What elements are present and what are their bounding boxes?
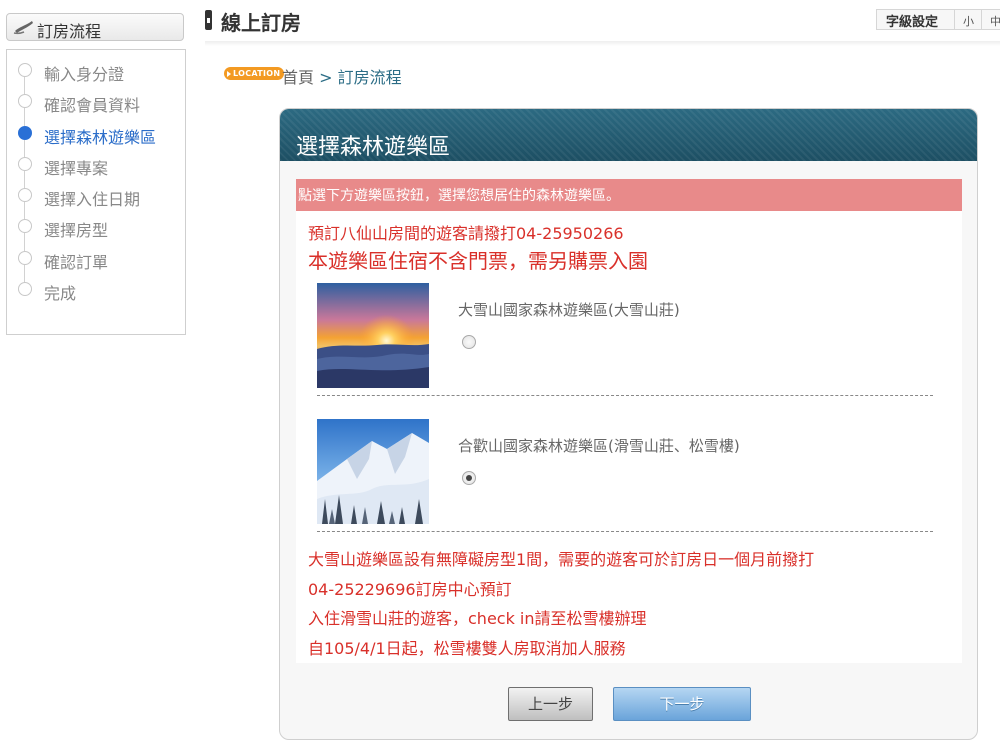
park-selection-panel: 選擇森林遊樂區 點選下方遊樂區按鈕，選擇您想居住的森林遊樂區。 預訂八仙山房間的… xyxy=(279,108,978,740)
step-label: 選擇專案 xyxy=(44,158,109,178)
note-line: 入住滑雪山莊的遊客，check in請至松雪樓辦理 xyxy=(308,609,647,628)
park-radio-dasyueshan[interactable] xyxy=(462,335,476,349)
snowy-mountain-photo-image[interactable] xyxy=(317,419,429,524)
step-dot-icon xyxy=(18,94,32,109)
font-size-label: 字級設定 xyxy=(886,15,939,30)
step-label: 確認會員資料 xyxy=(44,96,141,116)
step-item: 確認訂單 xyxy=(7,244,185,283)
previous-step-button[interactable]: 上一步 xyxy=(508,687,593,721)
breadcrumb: 首頁 > 訂房流程 xyxy=(282,64,402,88)
location-badge: LOCATION xyxy=(224,67,285,80)
step-label: 確認訂單 xyxy=(44,252,109,272)
step-item: 輸入身分證 xyxy=(7,56,185,95)
step-dot-icon xyxy=(18,250,32,265)
divider xyxy=(954,10,955,29)
booking-steps: 輸入身分證確認會員資料 選擇森林遊樂區 選擇專案選擇入住日期 選擇房型確認訂單完成 xyxy=(6,49,186,335)
step-dot-icon xyxy=(18,156,32,171)
divider xyxy=(981,10,982,29)
park-name: 合歡山國家森林遊樂區(滑雪山莊、松雪樓) xyxy=(458,437,740,455)
panel-title: 選擇森林遊樂區 xyxy=(296,135,451,160)
note-line: 04-25229696訂房中心預訂 xyxy=(308,579,512,599)
step-item: 確認會員資料 xyxy=(7,87,185,127)
note-line: 自105/4/1日起，松雪樓雙人房取消加人服務 xyxy=(308,638,626,658)
ticket-notice: 本遊樂區住宿不含門票，需另購票入園 xyxy=(308,249,648,273)
park-option-dasyueshan: 大雪山國家森林遊樂區(大雪山莊) xyxy=(296,283,962,413)
step-dot-icon xyxy=(18,125,32,140)
park-radio-hehuanshan[interactable] xyxy=(462,471,476,485)
sunset-photo-image[interactable] xyxy=(317,283,429,388)
step-item: 選擇森林遊樂區 xyxy=(7,119,185,158)
panel-content: 預訂八仙山房間的遊客請撥打04-25950266 本遊樂區住宿不含門票，需另購票… xyxy=(296,211,962,663)
breadcrumb-home[interactable]: 首頁 xyxy=(282,68,314,87)
step-dot-icon xyxy=(18,63,32,77)
step-dot-icon xyxy=(18,282,32,297)
instruction-bar: 點選下方遊樂區按鈕，選擇您想居住的森林遊樂區。 xyxy=(296,179,962,211)
step-label: 選擇入住日期 xyxy=(44,190,141,210)
header-divider xyxy=(205,41,1000,46)
step-item: 完成 xyxy=(7,275,185,306)
panel-header: 選擇森林遊樂區 xyxy=(280,109,977,161)
park-name: 大雪山國家森林遊樂區(大雪山莊) xyxy=(458,301,680,319)
park-notes: 大雪山遊樂區設有無障礙房型1間，需要的遊客可於訂房日一個月前撥打 04-2522… xyxy=(308,545,948,663)
step-item: 選擇房型 xyxy=(7,212,185,252)
step-dot-icon xyxy=(18,219,32,234)
pen-icon xyxy=(13,21,33,35)
step-item: 選擇入住日期 xyxy=(7,181,185,221)
next-step-button[interactable]: 下一步 xyxy=(613,687,751,721)
font-medium-button[interactable]: 中 xyxy=(990,13,1000,29)
font-size-setting: 字級設定 小 中 xyxy=(876,9,1000,30)
step-label: 選擇房型 xyxy=(44,221,109,241)
step-dot-icon xyxy=(18,188,32,203)
sidebar-header: 訂房流程 xyxy=(6,13,184,41)
divider xyxy=(317,531,933,532)
note-line: 大雪山遊樂區設有無障礙房型1間，需要的遊客可於訂房日一個月前撥打 xyxy=(308,550,815,569)
step-label: 輸入身分證 xyxy=(44,65,125,84)
step-label: 完成 xyxy=(44,284,77,304)
breadcrumb-separator: > xyxy=(319,68,333,87)
breadcrumb-current: 訂房流程 xyxy=(337,68,402,87)
step-label: 選擇森林遊樂區 xyxy=(44,127,157,147)
sidebar-title: 訂房流程 xyxy=(37,22,102,41)
page-title: 線上訂房 xyxy=(221,11,301,35)
divider xyxy=(317,395,933,396)
park-option-hehuanshan: 合歡山國家森林遊樂區(滑雪山莊、松雪樓) xyxy=(296,419,962,549)
font-small-button[interactable]: 小 xyxy=(963,13,974,29)
step-item: 選擇專案 xyxy=(7,150,185,189)
title-marker-icon xyxy=(205,10,212,30)
contact-notice: 預訂八仙山房間的遊客請撥打04-25950266 xyxy=(308,224,624,243)
